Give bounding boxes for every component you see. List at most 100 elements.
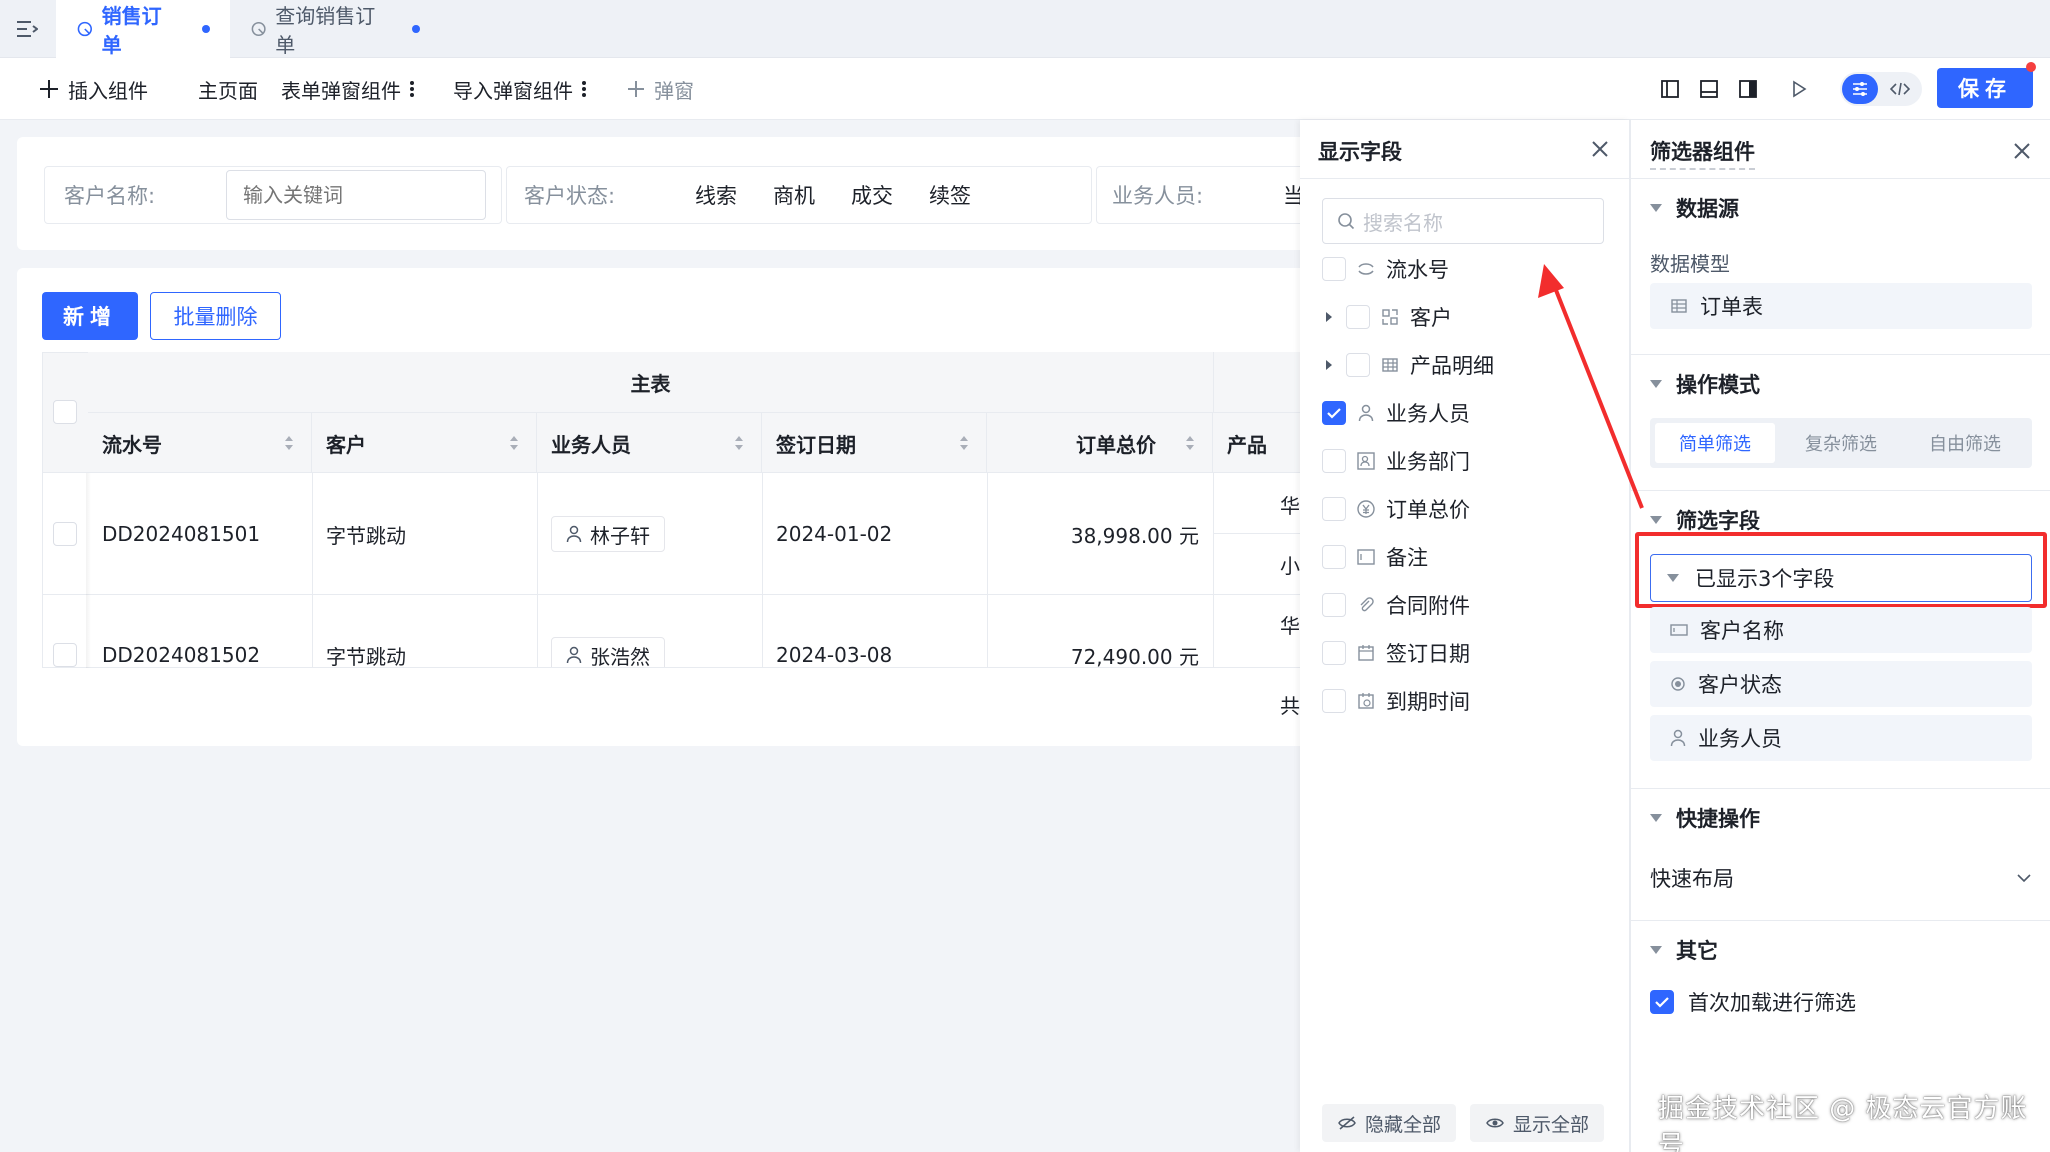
status-option[interactable]: 续签 xyxy=(929,166,971,224)
field-checkbox-checked[interactable] xyxy=(1322,401,1346,425)
field-item-attachment[interactable]: 合同附件 xyxy=(1322,581,1470,629)
user-name: 张浩然 xyxy=(590,644,650,668)
shown-field-customer-name[interactable]: 客户名称 xyxy=(1650,607,2032,653)
section-mode-header[interactable]: 操作模式 xyxy=(1650,366,1760,402)
tab-query-sales-order[interactable]: 查询销售订单 xyxy=(230,0,440,58)
sort-icon[interactable] xyxy=(283,433,295,453)
annotation-highlight-box xyxy=(1635,532,2047,608)
section-divider xyxy=(1630,354,2050,355)
code-icon[interactable] xyxy=(1882,74,1918,104)
column-title: 产品 xyxy=(1227,432,1267,457)
field-item-product-detail[interactable]: 产品明细 xyxy=(1322,341,1494,389)
field-item-serial[interactable]: 流水号 xyxy=(1322,245,1449,293)
layout-right-icon[interactable] xyxy=(1735,76,1761,102)
field-checkbox[interactable] xyxy=(1346,353,1370,377)
field-item-customer[interactable]: 客户 xyxy=(1322,293,1452,341)
show-all-button[interactable]: 显示全部 xyxy=(1470,1104,1604,1142)
field-checkbox[interactable] xyxy=(1322,449,1346,473)
section-quick-header[interactable]: 快捷操作 xyxy=(1650,800,1760,836)
column-divider xyxy=(1213,473,1214,668)
section-title: 快捷操作 xyxy=(1676,807,1760,831)
tab-sales-order[interactable]: 销售订单 xyxy=(56,0,230,58)
insert-component-button[interactable]: 插入组件 xyxy=(38,58,148,120)
mode-simple[interactable]: 简单筛选 xyxy=(1655,423,1775,463)
section-other-header[interactable]: 其它 xyxy=(1650,932,1718,968)
row-checkbox[interactable] xyxy=(53,522,77,546)
first-load-filter-option[interactable]: 首次加载进行筛选 xyxy=(1650,984,1856,1020)
preview-play-icon[interactable] xyxy=(1786,76,1812,102)
field-checkbox[interactable] xyxy=(1322,545,1346,569)
field-checkbox[interactable] xyxy=(1322,641,1346,665)
sort-icon[interactable] xyxy=(508,433,520,453)
field-checkbox[interactable] xyxy=(1322,497,1346,521)
field-checkbox[interactable] xyxy=(1346,305,1370,329)
section-title: 操作模式 xyxy=(1676,373,1760,397)
import-popup-button[interactable]: 导入弹窗组件 xyxy=(453,58,587,120)
field-item-department[interactable]: 业务部门 xyxy=(1322,437,1470,485)
save-button[interactable]: 保存 xyxy=(1937,68,2033,108)
table-icon xyxy=(1380,355,1400,375)
batch-delete-button[interactable]: 批量删除 xyxy=(150,292,281,340)
status-option[interactable]: 线索 xyxy=(695,166,737,224)
more-vertical-icon[interactable] xyxy=(581,79,587,99)
user-tag[interactable]: 林子轩 xyxy=(551,516,665,552)
field-label: 流水号 xyxy=(1386,258,1449,282)
column-header-salesperson[interactable]: 业务人员 xyxy=(537,413,762,473)
expand-caret-icon[interactable] xyxy=(1322,358,1336,372)
chevron-down-icon[interactable] xyxy=(2016,873,2032,883)
page-icon xyxy=(77,21,92,37)
form-popup-button[interactable]: 表单弹窗组件 xyxy=(281,58,415,120)
field-search-input[interactable]: 搜索名称 xyxy=(1322,198,1604,244)
menu-toggle-icon[interactable] xyxy=(14,16,40,42)
status-option[interactable]: 商机 xyxy=(773,166,815,224)
layout-bottom-icon[interactable] xyxy=(1696,76,1722,102)
field-item-remark[interactable]: 备注 xyxy=(1322,533,1428,581)
table-row[interactable]: DD2024081501 字节跳动 林子轩 2024-01-02 38,998.… xyxy=(43,474,1213,594)
column-title: 订单总价 xyxy=(1076,432,1156,457)
table-row[interactable]: DD2024081502 字节跳动 张浩然 2024-03-08 72,490.… xyxy=(43,595,1213,667)
add-popup-button[interactable]: 弹窗 xyxy=(626,58,694,120)
mode-complex[interactable]: 复杂筛选 xyxy=(1781,423,1901,463)
sort-icon[interactable] xyxy=(958,433,970,453)
field-label: 业务人员 xyxy=(1386,402,1470,426)
close-icon[interactable] xyxy=(1588,137,1612,161)
main-page-button[interactable]: 主页面 xyxy=(198,58,258,120)
column-header-date[interactable]: 签订日期 xyxy=(762,413,987,473)
field-item-due-time[interactable]: 到期时间 xyxy=(1322,677,1470,725)
user-icon xyxy=(1356,403,1376,423)
data-model-select[interactable]: 订单表 xyxy=(1650,283,2032,329)
close-icon[interactable] xyxy=(2010,139,2034,163)
field-checkbox[interactable] xyxy=(1322,257,1346,281)
layout-left-icon[interactable] xyxy=(1657,76,1683,102)
shown-field-salesperson[interactable]: 业务人员 xyxy=(1650,715,2032,761)
shown-field-customer-status[interactable]: 客户状态 xyxy=(1650,661,2032,707)
field-item-total-price[interactable]: 订单总价 xyxy=(1322,485,1470,533)
quick-layout-row[interactable]: 快速布局 xyxy=(1650,860,2032,896)
field-checkbox[interactable] xyxy=(1322,689,1346,713)
select-all-checkbox[interactable] xyxy=(53,400,77,424)
field-item-sign-date[interactable]: 签订日期 xyxy=(1322,629,1470,677)
mode-free[interactable]: 自由筛选 xyxy=(1905,423,2025,463)
status-option[interactable]: 成交 xyxy=(851,166,893,224)
field-checkbox[interactable] xyxy=(1322,593,1346,617)
column-header-customer[interactable]: 客户 xyxy=(312,413,537,473)
field-label: 业务部门 xyxy=(1386,450,1470,474)
column-header-serial[interactable]: 流水号 xyxy=(88,413,312,473)
relation-icon xyxy=(1380,307,1400,327)
add-button[interactable]: 新增 xyxy=(42,292,138,340)
row-checkbox[interactable] xyxy=(53,643,77,667)
user-tag[interactable]: 张浩然 xyxy=(551,637,665,667)
column-header-total[interactable]: 订单总价 xyxy=(987,413,1213,473)
section-datasource-header[interactable]: 数据源 xyxy=(1650,190,1739,226)
expand-caret-icon[interactable] xyxy=(1322,310,1336,324)
hide-all-button[interactable]: 隐藏全部 xyxy=(1322,1104,1456,1142)
first-load-filter-checkbox[interactable] xyxy=(1650,990,1674,1014)
eye-icon xyxy=(1486,1118,1504,1128)
currency-icon xyxy=(1356,499,1376,519)
more-vertical-icon[interactable] xyxy=(409,79,415,99)
sort-icon[interactable] xyxy=(733,433,745,453)
sort-icon[interactable] xyxy=(1184,433,1196,453)
customer-name-input[interactable] xyxy=(226,170,486,220)
field-item-salesperson[interactable]: 业务人员 xyxy=(1322,389,1470,437)
settings-sliders-icon[interactable] xyxy=(1842,74,1878,104)
